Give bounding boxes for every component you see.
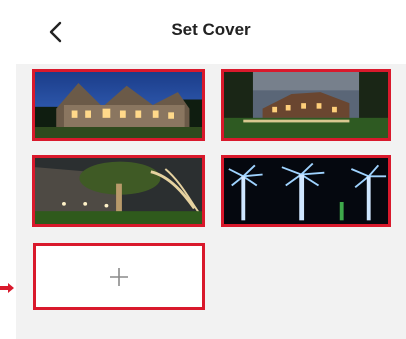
cover-image-estate-lawn-evening[interactable] [221, 69, 391, 141]
plus-icon [110, 267, 128, 286]
arrow-right-icon [0, 283, 14, 293]
cover-image-backyard-tree-uplights[interactable] [32, 155, 205, 227]
page-title: Set Cover [171, 20, 251, 39]
header-bar: Set Cover [16, 0, 406, 64]
add-cover-button[interactable] [33, 243, 205, 310]
cover-image-palm-trees-night[interactable] [221, 155, 391, 227]
cover-image-house-front-dusk[interactable] [32, 69, 205, 141]
